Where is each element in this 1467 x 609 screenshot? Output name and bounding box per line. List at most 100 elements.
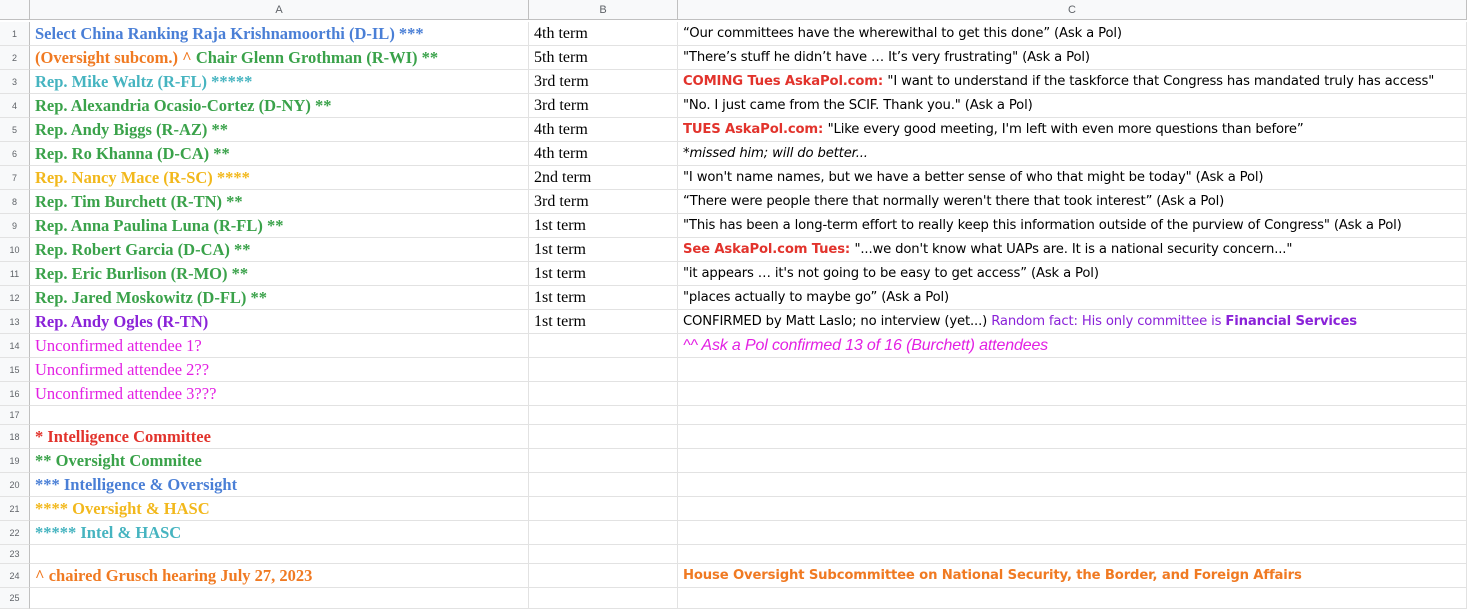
row-header[interactable]: 9 <box>0 214 30 238</box>
cell-b[interactable] <box>529 545 678 564</box>
row-header[interactable]: 6 <box>0 142 30 166</box>
cell-b[interactable] <box>529 425 678 449</box>
cell-a[interactable]: Unconfirmed attendee 3??? <box>30 382 529 406</box>
cell-b[interactable] <box>529 588 678 609</box>
cell-a[interactable]: **** Oversight & HASC <box>30 497 529 521</box>
cell-c[interactable] <box>678 521 1467 545</box>
cell-a[interactable]: ***** Intel & HASC <box>30 521 529 545</box>
row-header[interactable]: 10 <box>0 238 30 262</box>
row-header[interactable]: 3 <box>0 70 30 94</box>
cell-c[interactable]: "This has been a long-term effort to rea… <box>678 214 1467 238</box>
cell-b[interactable]: 5th term <box>529 46 678 70</box>
cell-b[interactable] <box>529 406 678 425</box>
cell-a[interactable]: Rep. Ro Khanna (D-CA) ** <box>30 142 529 166</box>
cell-b[interactable] <box>529 382 678 406</box>
cell-b[interactable]: 1st term <box>529 214 678 238</box>
cell-b[interactable] <box>529 334 678 358</box>
cell-c[interactable]: “Our committees have the wherewithal to … <box>678 22 1467 46</box>
cell-c[interactable]: CONFIRMED by Matt Laslo; no interview (y… <box>678 310 1467 334</box>
cell-b[interactable]: 4th term <box>529 22 678 46</box>
row-header[interactable]: 20 <box>0 473 30 497</box>
cell-a[interactable]: Rep. Jared Moskowitz (D-FL) ** <box>30 286 529 310</box>
select-all-corner[interactable] <box>0 0 30 20</box>
cell-b[interactable] <box>529 497 678 521</box>
cell-b[interactable] <box>529 521 678 545</box>
cell-a[interactable]: Rep. Robert Garcia (D-CA) ** <box>30 238 529 262</box>
row-header[interactable]: 8 <box>0 190 30 214</box>
cell-c[interactable] <box>678 588 1467 609</box>
cell-b[interactable]: 1st term <box>529 262 678 286</box>
cell-c[interactable] <box>678 382 1467 406</box>
cell-a[interactable]: ** Oversight Commitee <box>30 449 529 473</box>
cell-a[interactable]: Rep. Mike Waltz (R-FL) ***** <box>30 70 529 94</box>
cell-a[interactable]: * Intelligence Committee <box>30 425 529 449</box>
cell-a[interactable] <box>30 545 529 564</box>
column-header-c[interactable]: C <box>678 0 1467 20</box>
cell-a[interactable] <box>30 406 529 425</box>
column-header-a[interactable]: A <box>30 0 529 20</box>
row-header[interactable]: 15 <box>0 358 30 382</box>
row-header[interactable]: 13 <box>0 310 30 334</box>
cell-a[interactable]: Unconfirmed attendee 1? <box>30 334 529 358</box>
cell-c[interactable]: *missed him; will do better... <box>678 142 1467 166</box>
cell-c[interactable]: "it appears … it's not going to be easy … <box>678 262 1467 286</box>
cell-c[interactable]: TUES AskaPol.com: "Like every good meeti… <box>678 118 1467 142</box>
row-header[interactable]: 16 <box>0 382 30 406</box>
row-header[interactable]: 23 <box>0 545 30 564</box>
cell-b[interactable] <box>529 358 678 382</box>
cell-c[interactable]: See AskaPol.com Tues: "...we don't know … <box>678 238 1467 262</box>
cell-b[interactable]: 3rd term <box>529 70 678 94</box>
cell-c[interactable]: “There were people there that normally w… <box>678 190 1467 214</box>
cell-c[interactable] <box>678 545 1467 564</box>
cell-c[interactable] <box>678 406 1467 425</box>
cell-b[interactable]: 4th term <box>529 142 678 166</box>
cell-b[interactable]: 1st term <box>529 238 678 262</box>
cell-a[interactable]: Rep. Andy Biggs (R-AZ) ** <box>30 118 529 142</box>
cell-c[interactable] <box>678 473 1467 497</box>
cell-a[interactable]: Rep. Eric Burlison (R-MO) ** <box>30 262 529 286</box>
row-header[interactable]: 17 <box>0 406 30 425</box>
cell-a[interactable]: Rep. Alexandria Ocasio-Cortez (D-NY) ** <box>30 94 529 118</box>
cell-a[interactable]: ^ chaired Grusch hearing July 27, 2023 <box>30 564 529 588</box>
cell-b[interactable] <box>529 564 678 588</box>
cell-c[interactable]: "places actually to maybe go” (Ask a Pol… <box>678 286 1467 310</box>
row-header[interactable]: 5 <box>0 118 30 142</box>
cell-c[interactable]: COMING Tues AskaPol.com: "I want to unde… <box>678 70 1467 94</box>
cell-b[interactable]: 2nd term <box>529 166 678 190</box>
cell-c[interactable] <box>678 497 1467 521</box>
cell-a[interactable]: (Oversight subcom.) ^ Chair Glenn Grothm… <box>30 46 529 70</box>
row-header[interactable]: 1 <box>0 22 30 46</box>
row-header[interactable]: 11 <box>0 262 30 286</box>
cell-a[interactable]: Select China Ranking Raja Krishnamoorthi… <box>30 22 529 46</box>
cell-b[interactable]: 3rd term <box>529 94 678 118</box>
row-header[interactable]: 24 <box>0 564 30 588</box>
cell-c[interactable]: ^^ Ask a Pol confirmed 13 of 16 (Burchet… <box>678 334 1467 358</box>
column-header-b[interactable]: B <box>529 0 678 20</box>
cell-a[interactable]: *** Intelligence & Oversight <box>30 473 529 497</box>
cell-a[interactable]: Rep. Andy Ogles (R-TN) <box>30 310 529 334</box>
cell-c[interactable] <box>678 358 1467 382</box>
row-header[interactable]: 19 <box>0 449 30 473</box>
cell-c[interactable] <box>678 449 1467 473</box>
row-header[interactable]: 25 <box>0 588 30 609</box>
row-header[interactable]: 4 <box>0 94 30 118</box>
row-header[interactable]: 22 <box>0 521 30 545</box>
row-header[interactable]: 7 <box>0 166 30 190</box>
cell-a[interactable]: Rep. Nancy Mace (R-SC) **** <box>30 166 529 190</box>
cell-b[interactable]: 1st term <box>529 286 678 310</box>
row-header[interactable]: 12 <box>0 286 30 310</box>
row-header[interactable]: 18 <box>0 425 30 449</box>
row-header[interactable]: 2 <box>0 46 30 70</box>
cell-c[interactable] <box>678 425 1467 449</box>
cell-c[interactable]: "No. I just came from the SCIF. Thank yo… <box>678 94 1467 118</box>
cell-c[interactable]: "I won't name names, but we have a bette… <box>678 166 1467 190</box>
cell-b[interactable]: 4th term <box>529 118 678 142</box>
row-header[interactable]: 21 <box>0 497 30 521</box>
cell-a[interactable] <box>30 588 529 609</box>
row-header[interactable]: 14 <box>0 334 30 358</box>
cell-b[interactable]: 3rd term <box>529 190 678 214</box>
cell-b[interactable]: 1st term <box>529 310 678 334</box>
cell-b[interactable] <box>529 449 678 473</box>
cell-c[interactable]: House Oversight Subcommittee on National… <box>678 564 1467 588</box>
cell-a[interactable]: Unconfirmed attendee 2?? <box>30 358 529 382</box>
